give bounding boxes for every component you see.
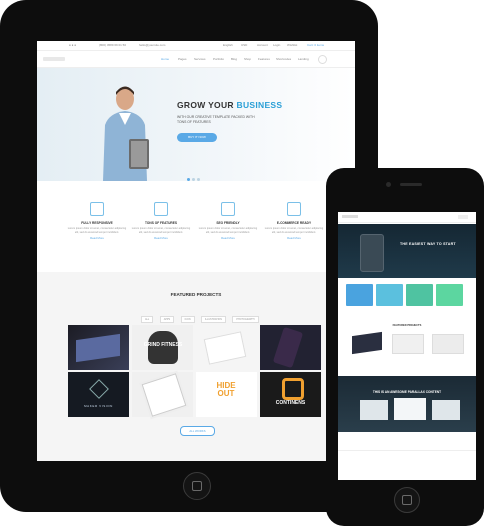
monitor-icon: [90, 202, 104, 216]
phone-feature-box: [376, 284, 403, 306]
phone-feature-box: [436, 284, 463, 306]
feature-title: SEO FRIENDLY: [216, 221, 240, 225]
phone-parallax-section: [338, 376, 476, 432]
filter-apps[interactable]: APPS: [159, 316, 175, 323]
buy-now-button[interactable]: BUY IT NOW: [177, 133, 217, 142]
read-more-link[interactable]: Read More: [131, 236, 191, 240]
phone-hero-device-image: [360, 234, 384, 272]
slider-dots[interactable]: [187, 168, 202, 186]
language-select[interactable]: English: [223, 43, 233, 47]
phone-thumb: [392, 334, 424, 354]
phone-projects-section: FEATURED PROJECTS: [338, 320, 476, 374]
top-bar: ● ● ● (800) 4589 69 01 50 hello@yoursite…: [37, 41, 355, 51]
logo[interactable]: [43, 57, 65, 61]
nav-services[interactable]: Services: [194, 57, 206, 61]
nav-home[interactable]: Home: [161, 57, 169, 61]
feature-title: E-COMMERCE READY: [276, 221, 312, 225]
all-works-button[interactable]: ALL WORKS: [180, 426, 215, 436]
filter-icon[interactable]: ICON: [180, 316, 195, 323]
phone-home-button: [394, 487, 420, 513]
phone-parallax-image: [432, 400, 460, 420]
project-thumb[interactable]: [260, 325, 321, 370]
phone-logo: [342, 215, 358, 218]
phone-parallax-image: [360, 400, 388, 420]
phone-feature-box: [406, 284, 433, 306]
nav-features[interactable]: Features: [258, 57, 270, 61]
chart-icon: [221, 202, 235, 216]
phone-hero: [338, 224, 476, 278]
thumb-title: HIDE OUT: [216, 381, 236, 398]
thumb-title: CONTINENS: [275, 400, 306, 406]
projects-title: FEATURED PROJECTS: [170, 292, 222, 297]
feature-ecommerce: E-COMMERCE READY Lorem ipsum dolor sit a…: [264, 202, 324, 240]
read-more-link[interactable]: Read More: [67, 236, 127, 240]
link-wishlist[interactable]: Wishlist: [287, 43, 297, 47]
project-thumb[interactable]: CONTINENS: [260, 372, 321, 417]
phone-hero-title: THE EASIEST WAY TO START: [400, 242, 456, 246]
thumb-title: MAKER VISION: [84, 404, 113, 408]
phone-feature-box: [346, 284, 373, 306]
cart-icon: [287, 202, 301, 216]
contact-phone: (800) 4589 69 01 50: [99, 43, 127, 47]
project-thumb[interactable]: HIDE OUT: [196, 372, 257, 417]
project-filters: ALL APPS ICON ILLUSTRATION PHOTOGRAPHY: [141, 307, 261, 325]
hero-subtitle: WITH OUR CREATIVE TEMPLATE PACKED WITH T…: [177, 115, 255, 124]
nav-pages[interactable]: Pages: [178, 57, 187, 61]
feature-text: Lorem ipsum dolor sit amet, consectetur …: [264, 227, 324, 234]
project-thumb[interactable]: [68, 325, 129, 370]
phone-parallax-title: THIS IS AN AWESOME PARALLAX CONTENT: [372, 390, 442, 394]
feature-text: Lorem ipsum dolor sit amet, consectetur …: [131, 227, 191, 234]
tools-icon: [154, 202, 168, 216]
project-thumb[interactable]: GRIND FITNESS: [132, 325, 193, 370]
feature-text: Lorem ipsum dolor sit amet, consectetur …: [67, 227, 127, 234]
nav-blog[interactable]: Blog: [231, 57, 237, 61]
filter-illustration[interactable]: ILLUSTRATION: [201, 316, 226, 323]
social-icons: ● ● ●: [69, 43, 77, 47]
feature-tons: TONS OF FEATURES Lorem ipsum dolor sit a…: [131, 202, 191, 240]
project-thumb[interactable]: [132, 372, 193, 417]
currency-select[interactable]: USD: [241, 43, 247, 47]
link-account[interactable]: Account: [257, 43, 268, 47]
nav-landing[interactable]: Landing: [298, 57, 309, 61]
phone-screen: THE EASIEST WAY TO START FEATURED PROJEC…: [338, 212, 476, 480]
hero-slider: [37, 68, 355, 181]
nav-shop[interactable]: Shop: [244, 57, 251, 61]
read-more-link[interactable]: Read More: [198, 236, 258, 240]
main-nav: Home Pages Services Portfolio Blog Shop …: [37, 51, 355, 68]
phone-menu-icon[interactable]: [458, 215, 468, 219]
hero-title-accent: BUSINESS: [236, 100, 283, 110]
feature-responsive: FULLY RESPONSIVE Lorem ipsum dolor sit a…: [67, 202, 127, 240]
project-thumb[interactable]: MAKER VISION: [68, 372, 129, 417]
phone-feature-boxes: [346, 284, 466, 311]
search-icon[interactable]: [318, 55, 327, 64]
hero-title: GROW YOUR BUSINESS: [177, 100, 282, 110]
contact-email[interactable]: hello@yoursite.com: [139, 43, 165, 47]
tablet-screen: ● ● ● (800) 4589 69 01 50 hello@yoursite…: [37, 41, 355, 461]
phone-thumb: [432, 334, 464, 354]
phone-speaker: [400, 183, 422, 186]
link-login[interactable]: Login: [273, 43, 280, 47]
filter-photography[interactable]: PHOTOGRAPHY: [232, 316, 259, 323]
hero-person-image: [103, 86, 149, 181]
thumb-title: GRIND FITNESS: [143, 342, 183, 348]
hero-title-plain: GROW YOUR: [177, 100, 237, 110]
phone-footer-features: [338, 450, 476, 480]
phone-camera: [386, 182, 391, 187]
phone-thumb: [352, 331, 382, 355]
phone-parallax-image: [394, 398, 426, 420]
filter-all[interactable]: ALL: [141, 316, 154, 323]
nav-portfolio[interactable]: Portfolio: [213, 57, 224, 61]
phone-projects-title: FEATURED PROJECTS: [392, 324, 422, 327]
read-more-link[interactable]: Read More: [264, 236, 324, 240]
tablet-home-button: [183, 472, 211, 500]
nav-shortcodes[interactable]: Shortcodes: [276, 57, 291, 61]
project-thumb[interactable]: [196, 325, 257, 370]
feature-title: TONS OF FEATURES: [145, 221, 177, 225]
link-cart[interactable]: Cart: 0 items: [307, 43, 324, 47]
feature-seo: SEO FRIENDLY Lorem ipsum dolor sit amet,…: [198, 202, 258, 240]
feature-text: Lorem ipsum dolor sit amet, consectetur …: [198, 227, 258, 234]
phone-header: [338, 212, 476, 223]
feature-title: FULLY RESPONSIVE: [81, 221, 113, 225]
